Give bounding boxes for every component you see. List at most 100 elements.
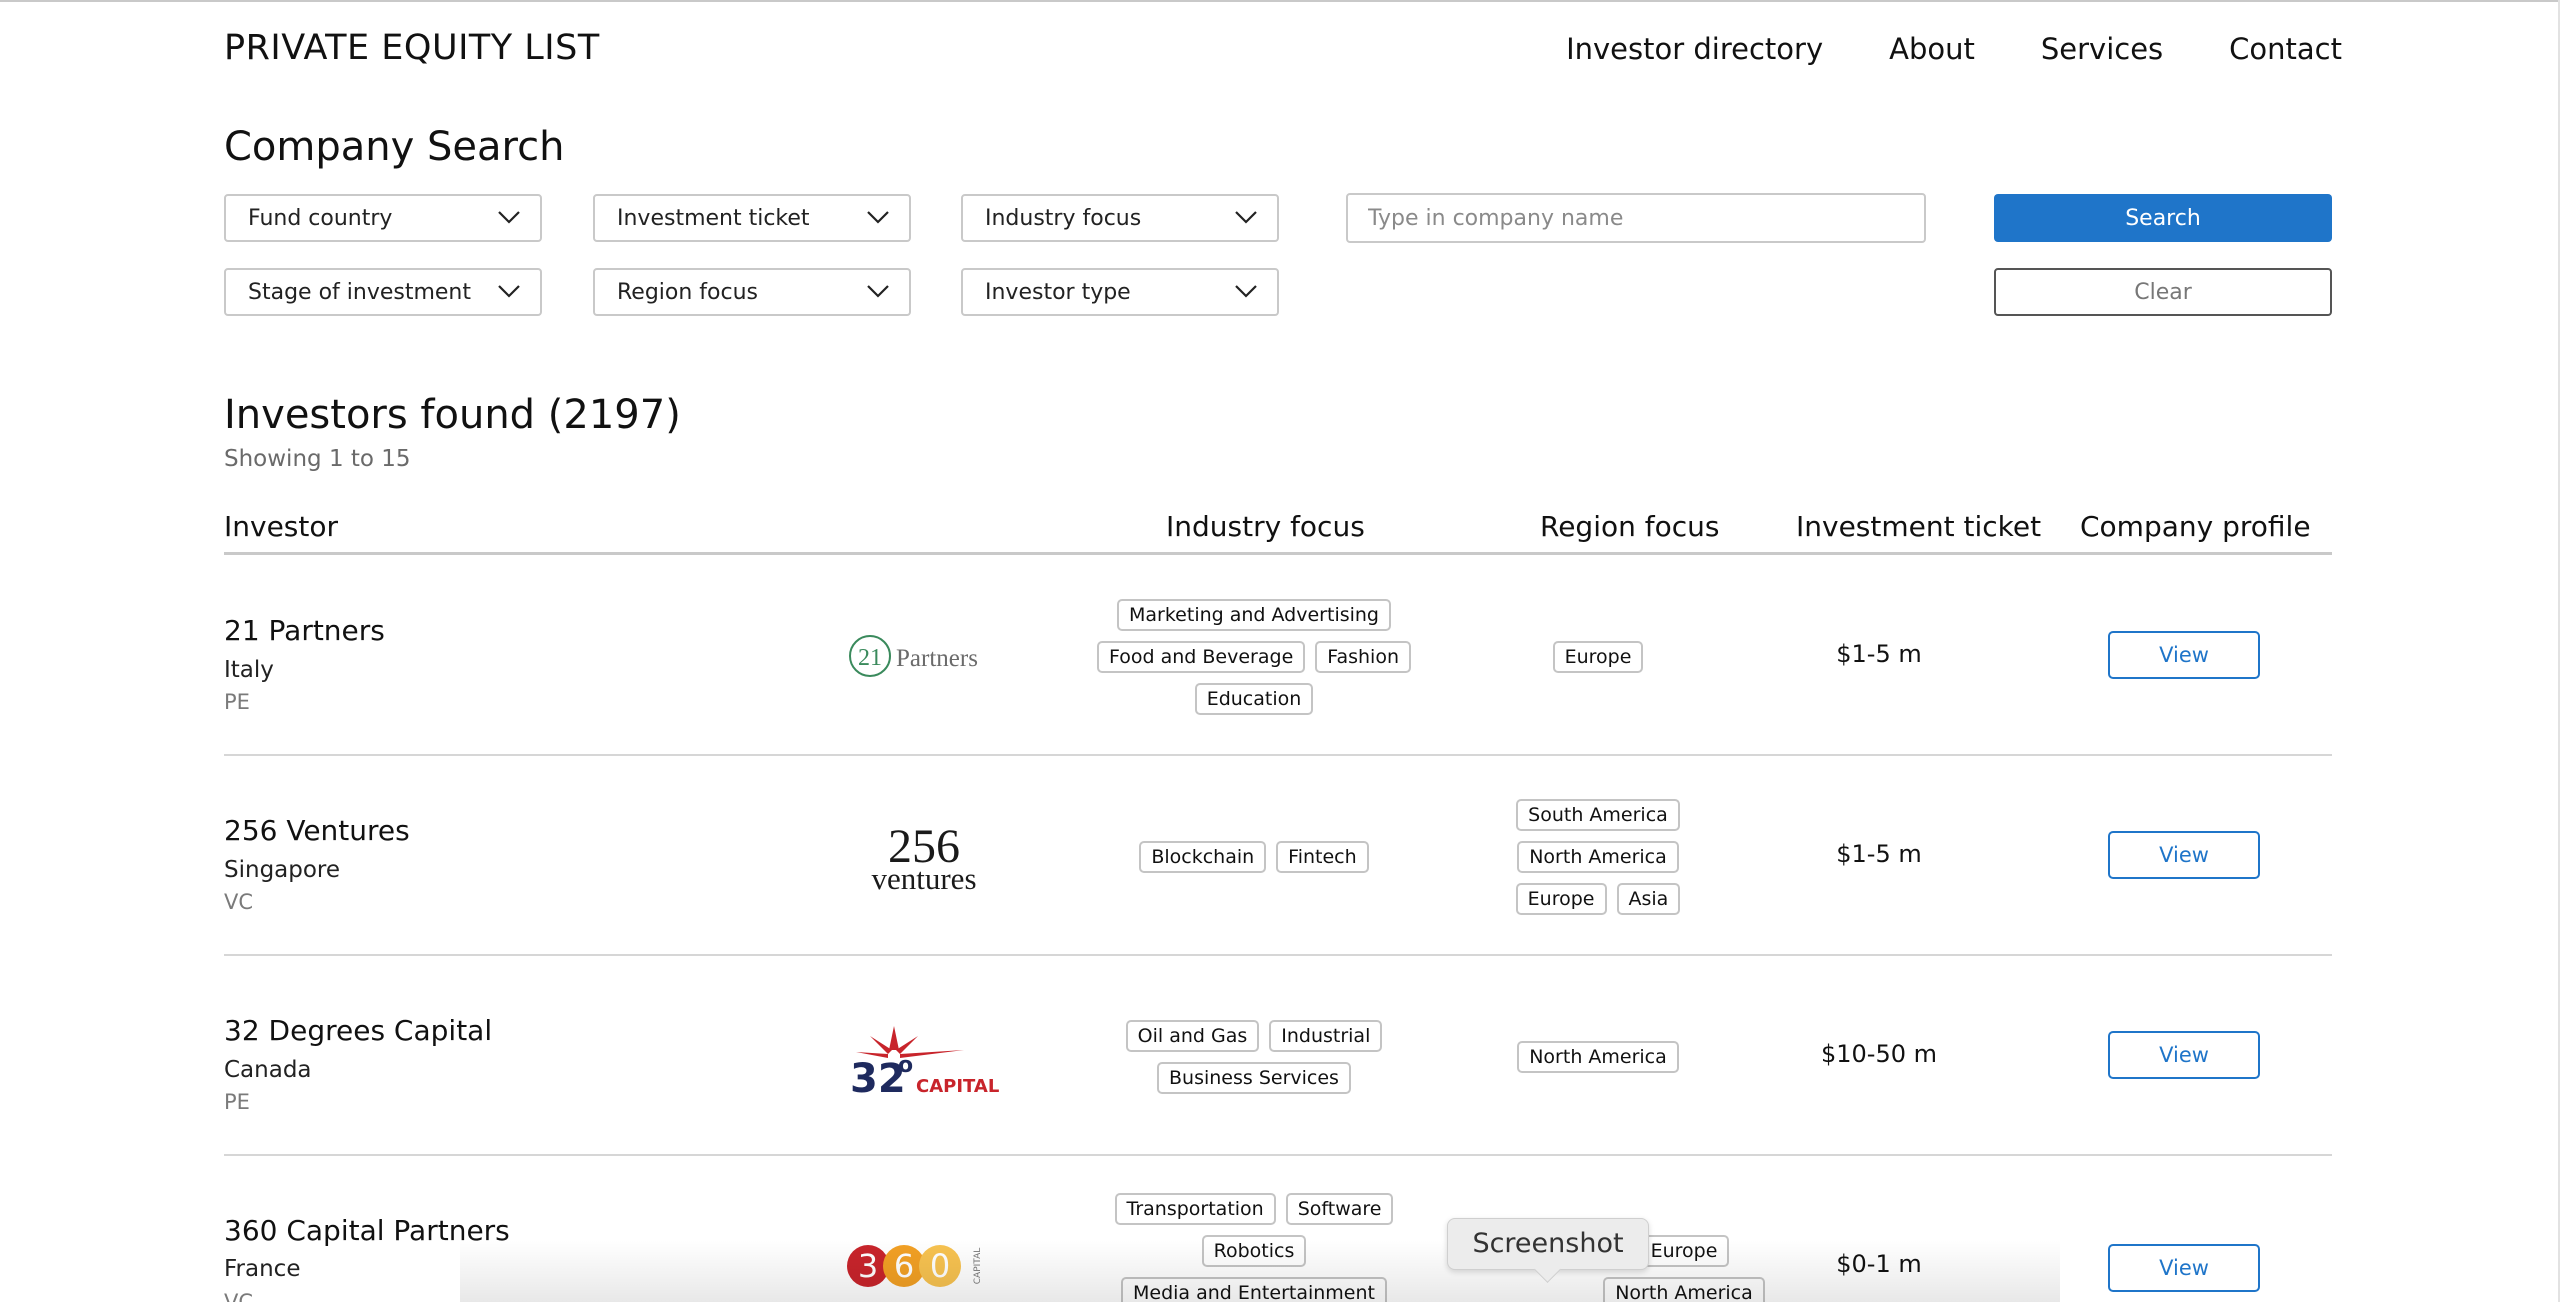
industry-tags: Blockchain Fintech (1084, 841, 1424, 873)
table-row: 32 Degrees Capital Canada PE 32 o CAPITA… (224, 956, 2332, 1156)
investor-type: VC (224, 1290, 254, 1302)
table-row: 360 Capital Partners France VC 3 6 0 CAP… (224, 1156, 2332, 1302)
industry-tag: Fintech (1276, 841, 1369, 873)
investor-logo: 256 ventures (871, 820, 976, 896)
investor-name[interactable]: 32 Degrees Capital (224, 1014, 492, 1047)
industry-tag: Blockchain (1139, 841, 1267, 873)
investor-type: PE (224, 690, 250, 714)
results-range: Showing 1 to 15 (224, 446, 411, 472)
fund-country-select[interactable]: Fund country (224, 194, 542, 242)
chevron-down-icon (867, 285, 889, 298)
industry-tag: Food and Beverage (1097, 641, 1306, 673)
region-tags: South America North America Europe Asia (1468, 799, 1728, 915)
investor-logo: 21 Partners (849, 635, 978, 677)
investment-ticket-value: $0-1 m (1836, 1250, 1922, 1278)
region-tag: Europe (1515, 883, 1607, 915)
investor-name[interactable]: 360 Capital Partners (224, 1214, 510, 1247)
investor-type: PE (224, 1090, 250, 1114)
main-nav: Investor directory About Services Contac… (1566, 32, 2342, 66)
chevron-down-icon (1235, 285, 1257, 298)
investor-type: VC (224, 890, 254, 914)
investor-country: Singapore (224, 857, 341, 883)
nav-about[interactable]: About (1889, 32, 1975, 66)
select-label: Fund country (248, 206, 393, 231)
region-tags: Europe (1468, 641, 1728, 673)
region-tag: Asia (1616, 883, 1681, 915)
industry-tags: Marketing and Advertising Food and Bever… (1084, 599, 1424, 715)
logo-text: 21 (858, 645, 882, 671)
view-profile-button[interactable]: View (2108, 1244, 2260, 1292)
table-row: 21 Partners Italy PE 21 Partners Marketi… (224, 556, 2332, 756)
select-label: Region focus (617, 280, 759, 305)
select-label: Investment ticket (617, 206, 810, 231)
col-header-investment-ticket: Investment ticket (1796, 510, 2042, 543)
logo-text: Partners (896, 645, 978, 672)
clear-button[interactable]: Clear (1994, 268, 2332, 316)
logo-text: 6 (894, 1247, 914, 1285)
investor-country: Canada (224, 1057, 312, 1083)
industry-tag: Transportation (1114, 1193, 1276, 1225)
page-title: Company Search (224, 124, 565, 170)
select-label: Investor type (985, 280, 1131, 305)
logo-text: CAPITAL (916, 1076, 999, 1097)
industry-tag: Industrial (1269, 1020, 1383, 1052)
investor-logo: 3 6 0 CAPITAL (847, 1245, 983, 1287)
chevron-down-icon (498, 211, 520, 224)
industry-tag: Software (1285, 1193, 1394, 1225)
region-tag: North America (1517, 1041, 1679, 1073)
results-count-title: Investors found (2197) (224, 392, 681, 438)
industry-tag: Oil and Gas (1125, 1020, 1260, 1052)
industry-focus-select[interactable]: Industry focus (961, 194, 1279, 242)
investment-ticket-select[interactable]: Investment ticket (593, 194, 911, 242)
view-profile-button[interactable]: View (2108, 631, 2260, 679)
region-tag: Europe (1552, 641, 1644, 673)
search-button[interactable]: Search (1994, 194, 2332, 242)
investment-ticket-value: $10-50 m (1820, 1040, 1937, 1068)
investment-ticket-value: $1-5 m (1836, 840, 1922, 868)
table-row: 256 Ventures Singapore VC 256 ventures B… (224, 756, 2332, 956)
col-header-region-focus: Region focus (1540, 510, 1720, 543)
window-top-edge (0, 0, 2560, 2)
view-profile-button[interactable]: View (2108, 1031, 2260, 1079)
industry-tag: Education (1194, 683, 1314, 715)
select-label: Stage of investment (248, 280, 471, 305)
industry-tag: Fashion (1315, 641, 1411, 673)
logo-text: CAPITAL (973, 1248, 983, 1285)
investment-ticket-value: $1-5 m (1836, 640, 1922, 668)
nav-investor-directory[interactable]: Investor directory (1566, 32, 1823, 66)
investor-name[interactable]: 256 Ventures (224, 814, 410, 847)
col-header-industry-focus: Industry focus (1166, 510, 1365, 543)
logo-text: ventures (871, 861, 976, 896)
logo-text: 0 (930, 1247, 950, 1285)
region-tag: North America (1517, 841, 1679, 873)
investor-type-select[interactable]: Investor type (961, 268, 1279, 316)
col-header-company-profile: Company profile (2080, 510, 2311, 543)
logo-text: o (898, 1053, 913, 1078)
investor-country: France (224, 1256, 301, 1282)
table-header-divider (224, 552, 2332, 555)
industry-tags: Transportation Software Robotics Media a… (1084, 1193, 1424, 1302)
company-name-input[interactable] (1346, 193, 1926, 243)
stage-of-investment-select[interactable]: Stage of investment (224, 268, 542, 316)
screenshot-tooltip: Screenshot (1447, 1218, 1649, 1270)
region-focus-select[interactable]: Region focus (593, 268, 911, 316)
investor-country: Italy (224, 657, 274, 683)
chevron-down-icon (1235, 211, 1257, 224)
investor-name[interactable]: 21 Partners (224, 614, 385, 647)
region-tag: South America (1516, 799, 1680, 831)
industry-tag: Business Services (1157, 1062, 1351, 1094)
view-profile-button[interactable]: View (2108, 831, 2260, 879)
industry-tags: Oil and Gas Industrial Business Services (1084, 1020, 1424, 1094)
nav-contact[interactable]: Contact (2229, 32, 2342, 66)
nav-services[interactable]: Services (2041, 32, 2163, 66)
investor-logo: 32 o CAPITAL (850, 1026, 999, 1102)
chevron-down-icon (867, 211, 889, 224)
region-tags: North America (1468, 1041, 1728, 1073)
region-tag: Europe (1638, 1235, 1730, 1267)
logo-text: 3 (858, 1247, 878, 1285)
industry-tag: Robotics (1201, 1235, 1307, 1267)
industry-tag: Media and Entertainment (1121, 1277, 1387, 1302)
col-header-investor: Investor (224, 510, 339, 543)
select-label: Industry focus (985, 206, 1142, 231)
brand-logo-text[interactable]: PRIVATE EQUITY LIST (224, 28, 600, 68)
